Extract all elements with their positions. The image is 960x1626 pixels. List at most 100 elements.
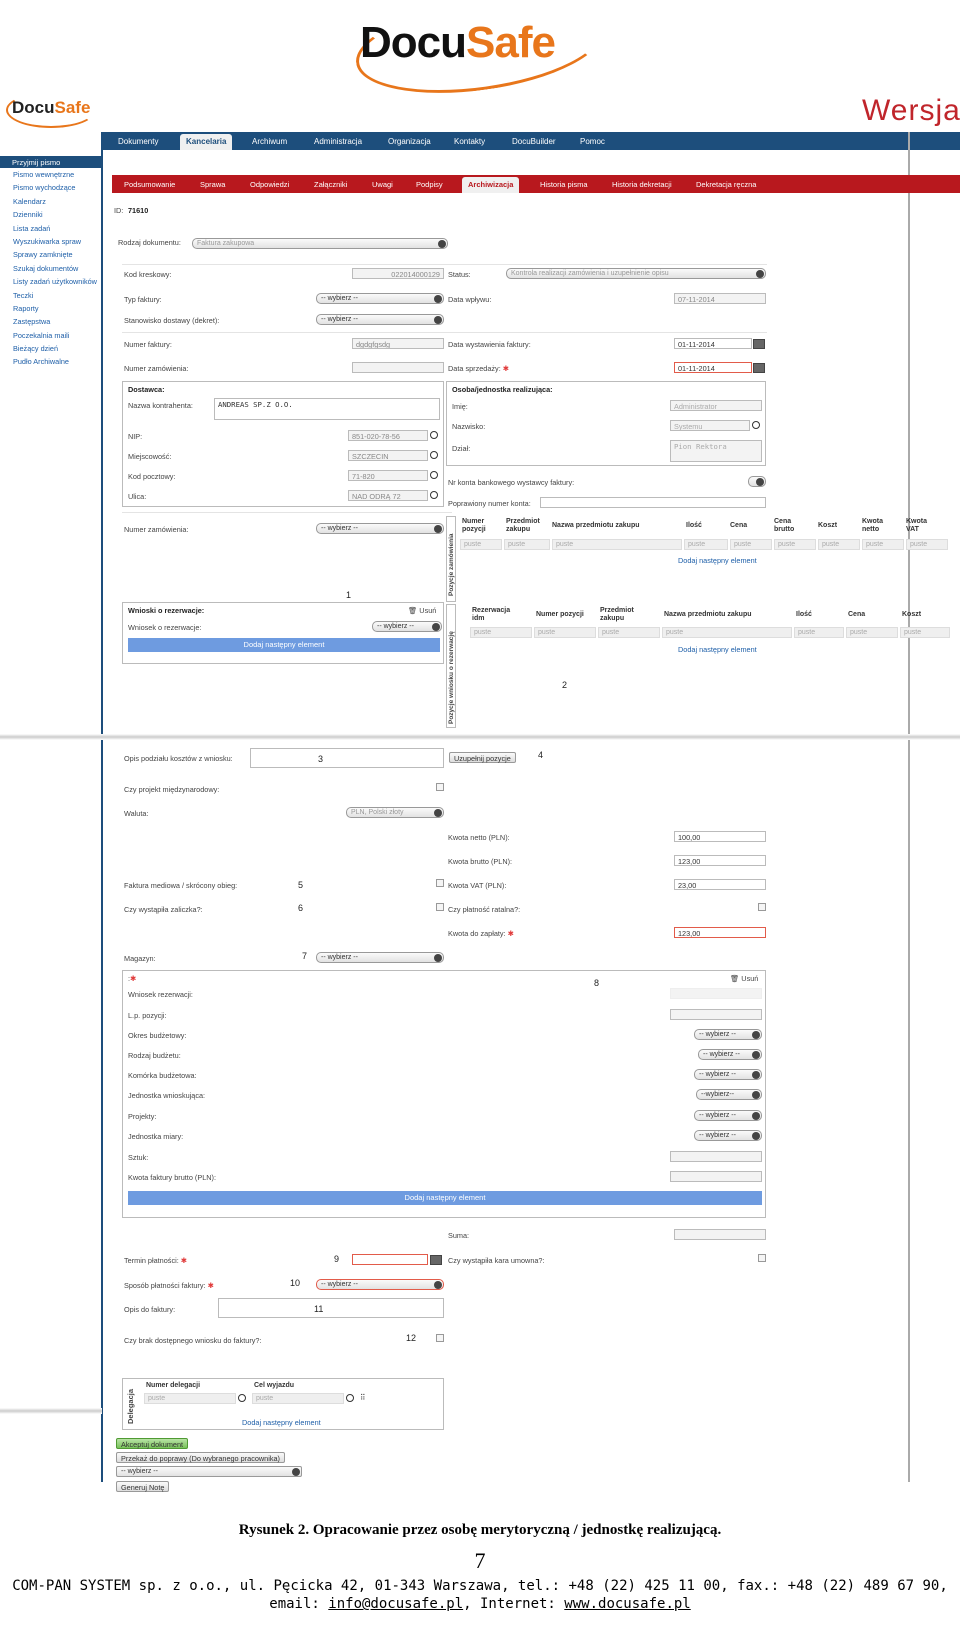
brutto-input[interactable]: 123,00 (674, 855, 766, 866)
sztuk-input[interactable] (670, 1151, 762, 1162)
dodaj-element-link[interactable]: Dodaj następny element (678, 645, 757, 654)
ratalna-checkbox[interactable] (758, 903, 766, 911)
pracownik-select[interactable]: -- wybierz -- (116, 1466, 302, 1477)
tab-sprawa[interactable]: Sprawa (200, 180, 225, 189)
table-cell[interactable]: puste (460, 539, 502, 550)
stanowisko-select[interactable]: -- wybierz -- (316, 314, 444, 325)
table-cell[interactable]: puste (906, 539, 948, 550)
usun-link[interactable]: 🗑 Usuń (408, 606, 436, 615)
tab-zalaczniki[interactable]: Załączniki (314, 180, 347, 189)
dodaj-element-link[interactable]: Dodaj następny element (678, 556, 757, 565)
tab-historia-dekretacji[interactable]: Historia dekretacji (612, 180, 672, 189)
tab-dekretacja-reczna[interactable]: Dekretacja ręczna (696, 180, 756, 189)
table-cell[interactable]: puste (144, 1393, 236, 1404)
sidebar-item[interactable]: Teczki (0, 289, 102, 302)
projekt-checkbox[interactable] (436, 783, 444, 791)
popr-konto-input[interactable] (540, 497, 766, 508)
tab-archiwizacja[interactable]: Archiwizacja (462, 177, 520, 193)
nav-administracja[interactable]: Administracja (314, 137, 362, 146)
sidebar-item[interactable]: Bieżący dzień (0, 342, 102, 355)
typ-select[interactable]: -- wybierz -- (316, 293, 444, 304)
nazwa-kontr-input[interactable]: ANDREAS SP.Z O.O. (214, 398, 440, 420)
nazwisko-input[interactable]: Systemu (670, 420, 750, 431)
nav-docubuilder[interactable]: DocuBuilder (512, 137, 556, 146)
sidebar-item[interactable]: Pismo wewnętrzne (0, 168, 102, 181)
akceptuj-button[interactable]: Akceptuj dokument (116, 1438, 189, 1449)
uzupelnij-button[interactable]: Uzupełnij pozycje (449, 752, 516, 763)
imie-input[interactable]: Administrator (670, 400, 762, 411)
tab-historia-pisma[interactable]: Historia pisma (540, 180, 588, 189)
konto-select[interactable] (748, 476, 766, 487)
kod-input[interactable]: 022014000129 (352, 268, 444, 279)
przekaz-button[interactable]: Przekaż do poprawy (Do wybranego pracown… (116, 1452, 285, 1463)
search-icon[interactable] (238, 1394, 246, 1402)
website-link[interactable]: www.docusafe.pl (564, 1596, 690, 1612)
miejsc-input[interactable]: SZCZECIN (348, 450, 428, 461)
kara-checkbox[interactable] (758, 1254, 766, 1262)
termin-input[interactable] (352, 1254, 428, 1265)
rodzaj-select[interactable]: Faktura zakupowa (192, 238, 448, 249)
okres-select[interactable]: -- wybierz -- (694, 1029, 762, 1040)
numer-faktury-input[interactable]: dgdgfgsdg (352, 338, 444, 349)
sidebar-item[interactable]: Zastępstwa (0, 315, 102, 328)
tab-odpowiedzi[interactable]: Odpowiedzi (250, 180, 289, 189)
lp-input[interactable] (670, 1009, 762, 1020)
search-icon[interactable] (430, 431, 438, 439)
opis-fakt-input[interactable] (218, 1298, 444, 1318)
dodaj-nastepny-button[interactable]: Dodaj następny element (128, 1191, 762, 1205)
sidebar-item[interactable]: Raporty (0, 302, 102, 315)
sidebar-item[interactable]: Sprawy zamknięte (0, 248, 102, 261)
kwota-fb-input[interactable] (670, 1171, 762, 1182)
opis-input[interactable] (250, 748, 444, 768)
sposob-select[interactable]: -- wybierz -- (316, 1279, 444, 1290)
search-icon[interactable] (346, 1394, 354, 1402)
sidebar-item[interactable]: Dzienniki (0, 208, 102, 221)
search-icon[interactable] (430, 451, 438, 459)
nav-dokumenty[interactable]: Dokumenty (118, 137, 158, 146)
table-cell[interactable]: puste (862, 539, 904, 550)
waluta-select[interactable]: PLN, Polski złoty (346, 807, 444, 818)
table-cell[interactable]: puste (552, 539, 682, 550)
sidebar-item[interactable]: Poczekalnia maili (0, 329, 102, 342)
komorka-select[interactable]: -- wybierz -- (694, 1069, 762, 1080)
jedn-wn-select[interactable]: --wybierz-- (696, 1089, 762, 1100)
nav-kontakty[interactable]: Kontakty (454, 137, 485, 146)
calendar-icon[interactable] (753, 339, 765, 349)
table-cell[interactable]: puste (534, 627, 596, 638)
dzial-input[interactable]: Pion Rektora (670, 440, 762, 462)
search-icon[interactable] (752, 421, 760, 429)
grid-icon[interactable]: ⠿ (360, 1393, 365, 1402)
tab-podsumowanie[interactable]: Podsumowanie (124, 180, 175, 189)
sidebar-item[interactable]: Wyszukiwarka spraw (0, 235, 102, 248)
numer-zam2-select[interactable]: -- wybierz -- (316, 523, 444, 534)
zaliczka-checkbox[interactable] (436, 903, 444, 911)
vat-input[interactable]: 23,00 (674, 879, 766, 890)
email-link[interactable]: info@docusafe.pl (328, 1596, 463, 1612)
usun-link[interactable]: 🗑 Usuń (730, 974, 758, 983)
netto-input[interactable]: 100,00 (674, 831, 766, 842)
medialna-checkbox[interactable] (436, 879, 444, 887)
table-cell[interactable]: puste (684, 539, 728, 550)
generuj-button[interactable]: Generuj Notę (116, 1481, 170, 1492)
table-cell[interactable]: puste (504, 539, 550, 550)
jedn-miary-select[interactable]: -- wybierz -- (694, 1130, 762, 1141)
magazyn-select[interactable]: -- wybierz -- (316, 952, 444, 963)
table-cell[interactable]: puste (730, 539, 772, 550)
table-cell[interactable]: puste (252, 1393, 344, 1404)
dodaj-element-link[interactable]: Dodaj następny element (242, 1418, 321, 1427)
table-cell[interactable]: puste (774, 539, 816, 550)
table-cell[interactable]: puste (598, 627, 660, 638)
search-icon[interactable] (430, 471, 438, 479)
do-zaplaty-input[interactable]: 123,00 (674, 927, 766, 938)
sidebar-item[interactable]: Kalendarz (0, 195, 102, 208)
data-wyst-input[interactable]: 01-11-2014 (674, 338, 752, 349)
numer-zam-input[interactable] (352, 362, 444, 373)
table-cell[interactable]: puste (818, 539, 860, 550)
projekty-select[interactable]: -- wybierz -- (694, 1110, 762, 1121)
wniosek-select[interactable]: -- wybierz -- (372, 621, 442, 632)
sidebar-item[interactable]: Pismo wychodzące (0, 181, 102, 194)
nip-input[interactable]: 851-020-78-56 (348, 430, 428, 441)
ulica-input[interactable]: NAD ODRĄ 72 (348, 490, 428, 501)
nav-pomoc[interactable]: Pomoc (580, 137, 605, 146)
rodzaj-b-select[interactable]: -- wybierz -- (698, 1049, 762, 1060)
